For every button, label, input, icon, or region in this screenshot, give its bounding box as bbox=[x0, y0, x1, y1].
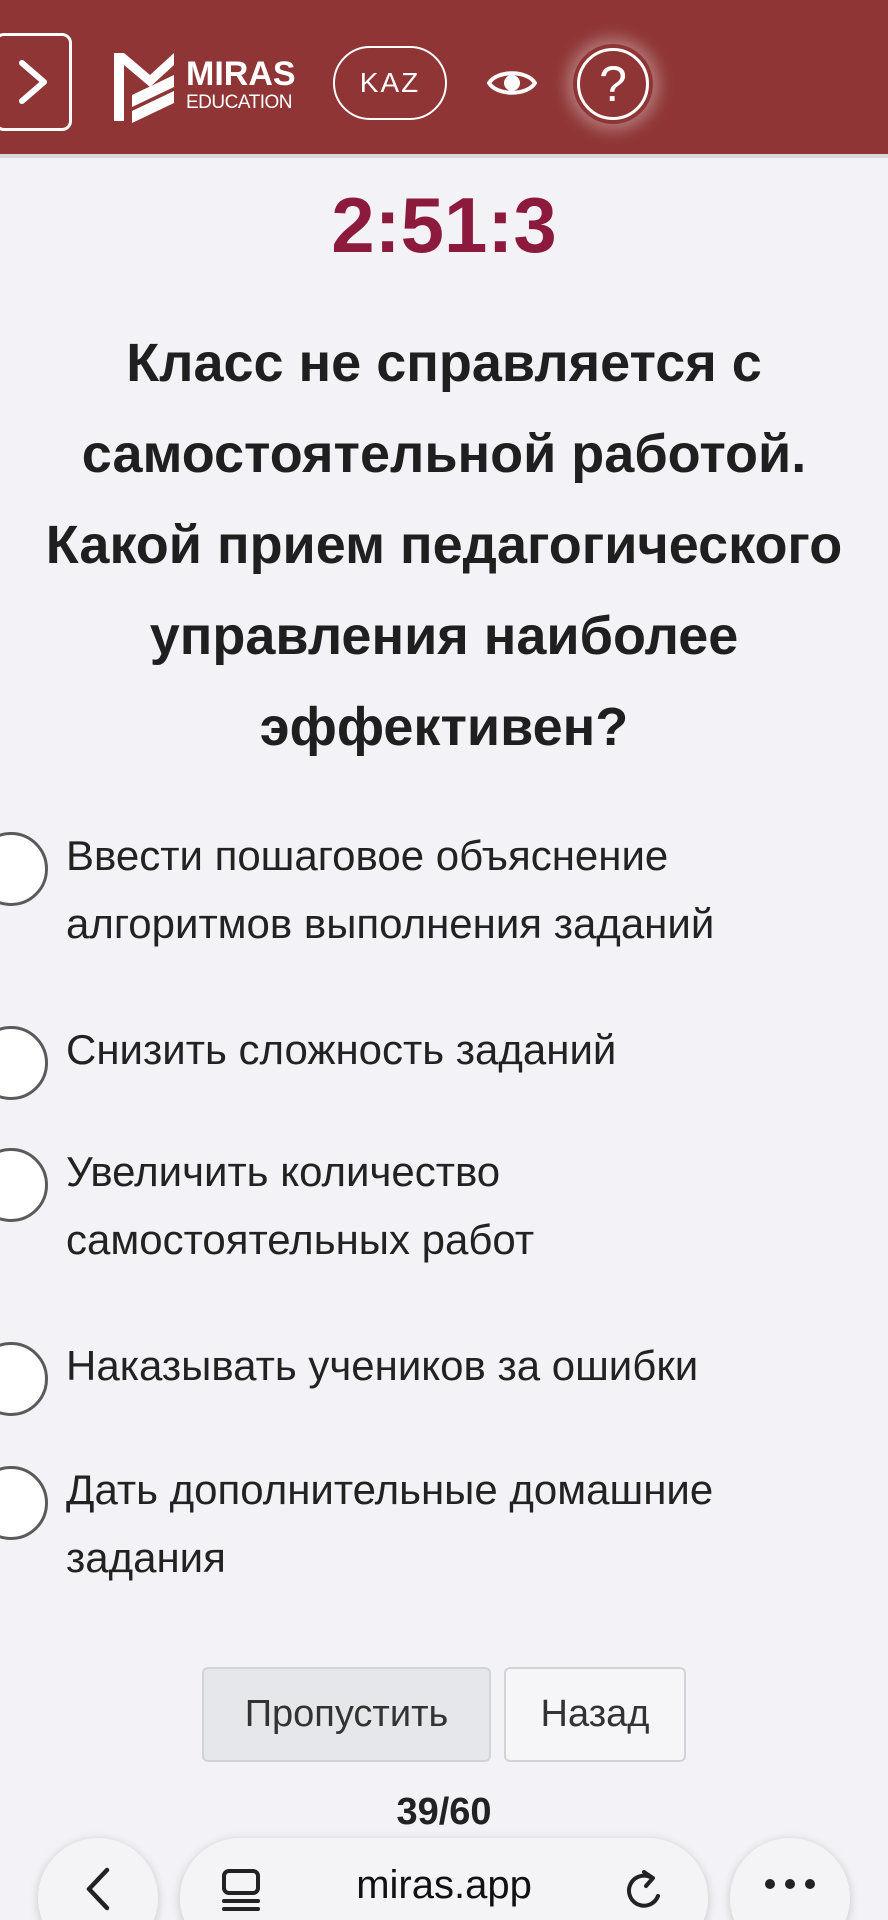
answer-option-text: Дать дополнительные домашние задания bbox=[66, 1466, 714, 1581]
miras-logo-icon bbox=[114, 53, 174, 123]
answer-option-text: Наказывать учеников за ошибки bbox=[66, 1342, 699, 1389]
skip-button[interactable]: Пропустить bbox=[202, 1667, 491, 1762]
header-divider bbox=[0, 154, 888, 158]
radio-button[interactable] bbox=[0, 1026, 48, 1100]
language-button[interactable]: KAZ bbox=[333, 46, 447, 120]
app-header: MIRAS EDUCATION KAZ ? bbox=[0, 0, 888, 154]
logo-brand: MIRAS bbox=[186, 54, 296, 93]
eye-icon bbox=[487, 71, 537, 95]
countdown-timer: 2:51:3 bbox=[331, 181, 557, 269]
radio-button[interactable] bbox=[0, 1466, 48, 1540]
radio-button[interactable] bbox=[0, 832, 48, 906]
answer-option-text: Снизить сложность заданий bbox=[66, 1026, 617, 1073]
browser-toolbar: miras.app bbox=[0, 1816, 888, 1920]
answer-option-text: Увеличить количество самостоятельных раб… bbox=[66, 1148, 535, 1263]
chevron-left-icon bbox=[86, 1867, 110, 1911]
miras-logo[interactable]: MIRAS EDUCATION bbox=[110, 45, 296, 123]
radio-button[interactable] bbox=[0, 1342, 48, 1416]
reload-icon[interactable] bbox=[622, 1868, 668, 1914]
chevron-right-icon bbox=[19, 60, 47, 104]
accessibility-button[interactable] bbox=[483, 56, 541, 110]
menu-toggle-button[interactable] bbox=[0, 33, 72, 131]
help-button[interactable]: ? bbox=[573, 44, 653, 124]
back-button[interactable]: Назад bbox=[504, 1667, 686, 1762]
question-text: Класс не справляется с самостоятельной р… bbox=[45, 333, 843, 757]
browser-back-button[interactable] bbox=[38, 1838, 158, 1920]
question-icon: ? bbox=[577, 48, 649, 120]
radio-button[interactable] bbox=[0, 1148, 48, 1222]
address-bar[interactable]: miras.app bbox=[180, 1838, 708, 1920]
logo-subtitle: EDUCATION bbox=[186, 91, 292, 113]
answer-option-text: Ввести пошаговое объяснение алгоритмов в… bbox=[66, 832, 715, 947]
more-icon bbox=[765, 1879, 815, 1889]
quiz-page: MIRAS EDUCATION KAZ ? 2:51:3 Класс не сп… bbox=[0, 0, 888, 1920]
browser-more-button[interactable] bbox=[730, 1838, 850, 1920]
logo-text: MIRAS EDUCATION bbox=[186, 57, 296, 112]
